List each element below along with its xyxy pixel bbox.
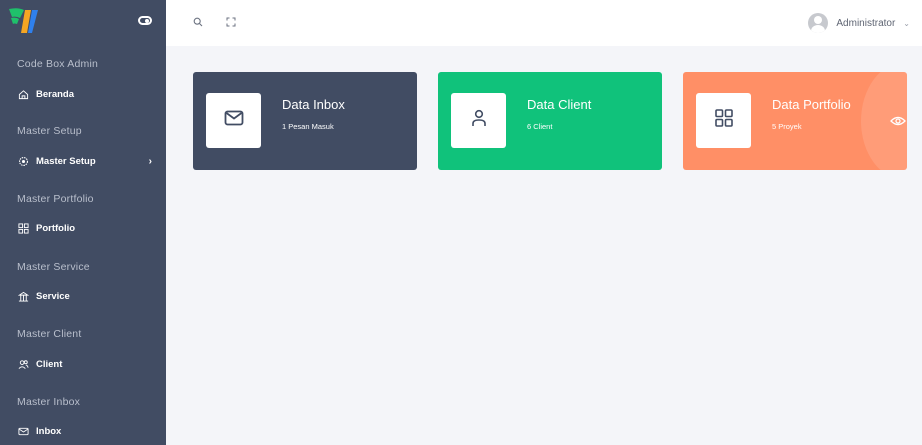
fullscreen-icon[interactable] xyxy=(223,14,239,30)
section-title-master-inbox: Master Inbox xyxy=(17,396,81,408)
card-subtitle: 1 Pesan Masuk xyxy=(282,122,334,131)
section-title-master-service: Master Service xyxy=(17,261,90,273)
users-icon xyxy=(17,358,29,370)
sidebar-brand xyxy=(0,0,166,40)
sidebar-item-label: Client xyxy=(36,358,63,370)
user-name: Administrator xyxy=(836,17,896,29)
mail-icon xyxy=(224,110,244,131)
card-icon-box xyxy=(696,93,751,148)
grid-icon xyxy=(17,222,29,234)
sidebar-item-beranda[interactable]: Beranda xyxy=(0,82,166,106)
card-title: Data Client xyxy=(527,97,592,112)
sidebar-item-inbox[interactable]: Inbox xyxy=(0,419,166,443)
mail-icon xyxy=(17,425,29,437)
eye-icon[interactable] xyxy=(889,112,907,130)
chevron-down-icon: ⌄ xyxy=(903,18,910,28)
card-icon-box xyxy=(206,93,261,148)
sidebar-item-master-setup[interactable]: Master Setup › xyxy=(0,149,166,173)
sidebar-item-label: Inbox xyxy=(36,425,62,437)
sidebar-app-title: Code Box Admin xyxy=(17,58,99,70)
card-title: Data Inbox xyxy=(282,97,345,112)
sidebar-item-label: Portfolio xyxy=(36,222,76,234)
sidebar-item-portfolio[interactable]: Portfolio xyxy=(0,216,166,240)
user-menu[interactable]: Administrator ⌄ xyxy=(808,10,910,36)
building-icon xyxy=(17,290,29,302)
sidebar-item-label: Master Setup xyxy=(36,155,96,167)
sidebar-item-client[interactable]: Client xyxy=(0,352,166,376)
home-icon xyxy=(17,88,29,100)
sidebar-item-label: Service xyxy=(36,290,70,302)
card-icon-box xyxy=(451,93,506,148)
sidebar: Code Box Admin Beranda Master Setup Mast… xyxy=(0,0,166,445)
gear-icon xyxy=(17,155,29,167)
grid-icon xyxy=(714,109,733,132)
card-data-client[interactable]: Data Client 6 Client xyxy=(438,72,662,170)
card-subtitle: 6 Client xyxy=(527,122,553,131)
chevron-right-icon: › xyxy=(148,155,152,167)
card-data-inbox[interactable]: Data Inbox 1 Pesan Masuk xyxy=(193,72,417,170)
user-icon xyxy=(471,109,487,132)
sidebar-toggle[interactable] xyxy=(138,15,152,25)
sidebar-item-service[interactable]: Service xyxy=(0,284,166,308)
section-title-master-client: Master Client xyxy=(17,328,82,340)
topbar: Administrator ⌄ xyxy=(166,0,922,46)
section-title-master-setup: Master Setup xyxy=(17,125,82,137)
card-title: Data Portfolio xyxy=(772,97,851,112)
card-subtitle: 5 Proyek xyxy=(772,122,802,131)
logo-icon[interactable] xyxy=(8,6,48,34)
search-icon[interactable] xyxy=(190,14,206,30)
section-title-master-portfolio: Master Portfolio xyxy=(17,193,94,205)
card-data-portfolio[interactable]: Data Portfolio 5 Proyek xyxy=(683,72,907,170)
sidebar-item-label: Beranda xyxy=(36,88,75,100)
avatar xyxy=(808,13,829,33)
